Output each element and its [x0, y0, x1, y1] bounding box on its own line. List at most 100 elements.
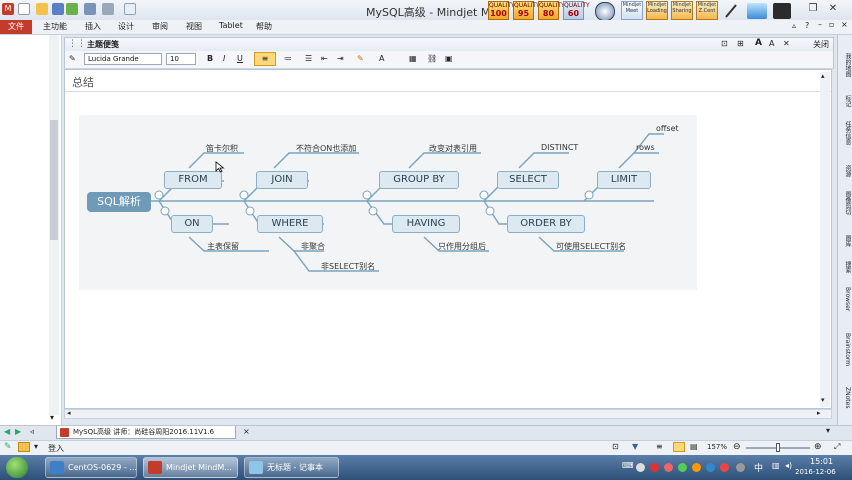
canvas-scroll-up-icon[interactable]: ▴: [821, 72, 825, 80]
login-button[interactable]: 登入: [48, 443, 64, 454]
notes-close-button[interactable]: 关闭: [813, 39, 829, 50]
underline-icon[interactable]: U: [237, 54, 243, 63]
menu-tablet[interactable]: Tablet: [219, 21, 243, 30]
redo-icon[interactable]: [102, 3, 114, 15]
node-on[interactable]: ON: [171, 215, 213, 233]
edit-tool-icon[interactable]: [773, 3, 791, 19]
edit-status-icon[interactable]: ✎: [4, 442, 12, 452]
menu-file[interactable]: 文件: [0, 20, 32, 34]
mindjet-sharing-icon[interactable]: Mindjet Sharing: [671, 1, 693, 20]
tab-back-icon[interactable]: ◀: [4, 427, 10, 436]
node-groupby[interactable]: GROUP BY: [379, 171, 459, 189]
ribbon-up-icon[interactable]: ▵: [792, 21, 796, 30]
open-folder-icon[interactable]: [36, 3, 48, 15]
right-tab-my-map[interactable]: 我的地图: [840, 53, 851, 93]
menu-insert[interactable]: 插入: [85, 21, 101, 32]
canvas-horizontal-scrollbar[interactable]: ◂ ▸: [64, 409, 832, 419]
notes-attach-icon[interactable]: ⊞: [737, 39, 744, 48]
node-limit[interactable]: LIMIT: [597, 171, 651, 189]
map-view-icon[interactable]: [673, 442, 685, 452]
new-document-icon[interactable]: [18, 3, 30, 15]
help-icon[interactable]: [124, 3, 136, 15]
send-icon[interactable]: [66, 3, 78, 15]
disc-icon[interactable]: [595, 2, 615, 21]
zoom-in-icon[interactable]: ⊕: [814, 442, 822, 452]
indent-icon[interactable]: ⇥: [337, 54, 344, 63]
tab-list-icon[interactable]: ▾: [826, 426, 830, 435]
document-tab[interactable]: MySQL高级 讲师：尚硅谷周阳2016.11V1.6: [56, 426, 236, 439]
tab-forward-icon[interactable]: ▶: [15, 427, 21, 436]
outline-view-icon[interactable]: ▤: [690, 442, 698, 451]
screen-capture-icon[interactable]: [747, 3, 767, 19]
notes-canvas[interactable]: 总结 SQL解析 FROM JOIN GROUP BY SELECT LIMIT…: [64, 69, 832, 409]
quality-badge-95[interactable]: QUALITY 95: [513, 1, 540, 20]
mail-icon[interactable]: [18, 442, 30, 452]
tray-icon-3[interactable]: [664, 463, 673, 472]
ime-indicator[interactable]: 中: [754, 461, 763, 474]
task-notepad[interactable]: 无标题 - 记事本: [244, 457, 339, 478]
numbered-list-icon[interactable]: ≔: [284, 54, 292, 63]
collapse-from-icon[interactable]: [154, 190, 164, 200]
right-tab-clip-art[interactable]: 图像剪切: [840, 191, 851, 231]
save-icon[interactable]: [52, 3, 64, 15]
view-mode-icon[interactable]: ≡: [656, 442, 663, 451]
tray-icon-4[interactable]: [678, 463, 687, 472]
menu-review[interactable]: 审阅: [152, 21, 168, 32]
node-orderby[interactable]: ORDER BY: [507, 215, 585, 233]
collapse-on-icon[interactable]: [160, 206, 170, 216]
zoom-out-icon[interactable]: ⊖: [733, 442, 741, 452]
fullscreen-icon[interactable]: ⤢: [834, 442, 840, 452]
tab-close-icon[interactable]: ×: [243, 427, 250, 436]
zoom-slider-thumb[interactable]: [776, 443, 780, 452]
clock-date[interactable]: 2016-12-06: [795, 468, 836, 476]
task-mindjet[interactable]: Mindjet MindM...: [143, 457, 238, 478]
restore-button[interactable]: ❐: [806, 2, 820, 16]
font-size-select[interactable]: 10: [166, 53, 196, 65]
clock-time[interactable]: 15:01: [810, 457, 833, 466]
font-color-icon[interactable]: A: [379, 54, 384, 63]
tab-first-icon[interactable]: ◃: [30, 427, 34, 436]
volume-icon[interactable]: ◂): [785, 461, 792, 470]
help-small-icon[interactable]: ?: [805, 21, 809, 30]
status-dropdown-icon[interactable]: ▾: [34, 442, 38, 451]
mindjet-loading-icon[interactable]: Mindjet Loading: [646, 1, 668, 20]
image-icon[interactable]: ▣: [445, 54, 453, 63]
left-panel-scrollbar[interactable]: [49, 35, 59, 415]
right-tab-search[interactable]: 搜索: [840, 261, 851, 283]
center-node[interactable]: SQL解析: [87, 192, 151, 212]
collapse-join-icon[interactable]: [239, 190, 249, 200]
bold-icon[interactable]: B: [207, 54, 213, 63]
collapse-having-icon[interactable]: [368, 206, 378, 216]
tray-icon-8[interactable]: [736, 463, 745, 472]
menu-view[interactable]: 视图: [186, 21, 202, 32]
collapse-where-icon[interactable]: [245, 206, 255, 216]
right-tab-task-info[interactable]: 任务信息: [840, 121, 851, 161]
menu-home[interactable]: 主功能: [43, 21, 67, 32]
tray-icon-2[interactable]: [650, 463, 659, 472]
fit-icon[interactable]: ⊡: [612, 442, 619, 451]
node-where[interactable]: WHERE: [257, 215, 323, 233]
network-icon[interactable]: ▥: [772, 461, 780, 470]
canvas-vertical-scrollbar[interactable]: ▴ ▾: [820, 72, 830, 407]
tray-icon-1[interactable]: [636, 463, 645, 472]
canvas-scroll-left-icon[interactable]: ◂: [67, 409, 71, 417]
right-tab-resources[interactable]: 资源: [840, 165, 851, 187]
canvas-scroll-right-icon[interactable]: ▸: [817, 409, 821, 417]
notes-expand-icon[interactable]: ⊡: [721, 39, 728, 48]
menu-design[interactable]: 设计: [118, 21, 134, 32]
collapse-select-icon[interactable]: [479, 190, 489, 200]
link-icon[interactable]: ⛓: [427, 54, 437, 63]
font-name-select[interactable]: Lucida Grande: [84, 53, 162, 65]
quality-badge-80[interactable]: QUALITY 80: [538, 1, 565, 20]
node-join[interactable]: JOIN: [256, 171, 308, 189]
mindjet-zcent-icon[interactable]: Mindjet Z.Cent: [696, 1, 718, 20]
undo-icon[interactable]: [84, 3, 96, 15]
right-tab-library[interactable]: 图库: [840, 235, 851, 257]
node-having[interactable]: HAVING: [392, 215, 460, 233]
table-icon[interactable]: ▦: [409, 54, 417, 63]
menu-help[interactable]: 帮助: [256, 21, 272, 32]
tray-icon-5[interactable]: [692, 463, 701, 472]
node-from[interactable]: FROM: [164, 171, 222, 189]
node-select[interactable]: SELECT: [497, 171, 559, 189]
collapse-limit-icon[interactable]: [584, 190, 594, 200]
